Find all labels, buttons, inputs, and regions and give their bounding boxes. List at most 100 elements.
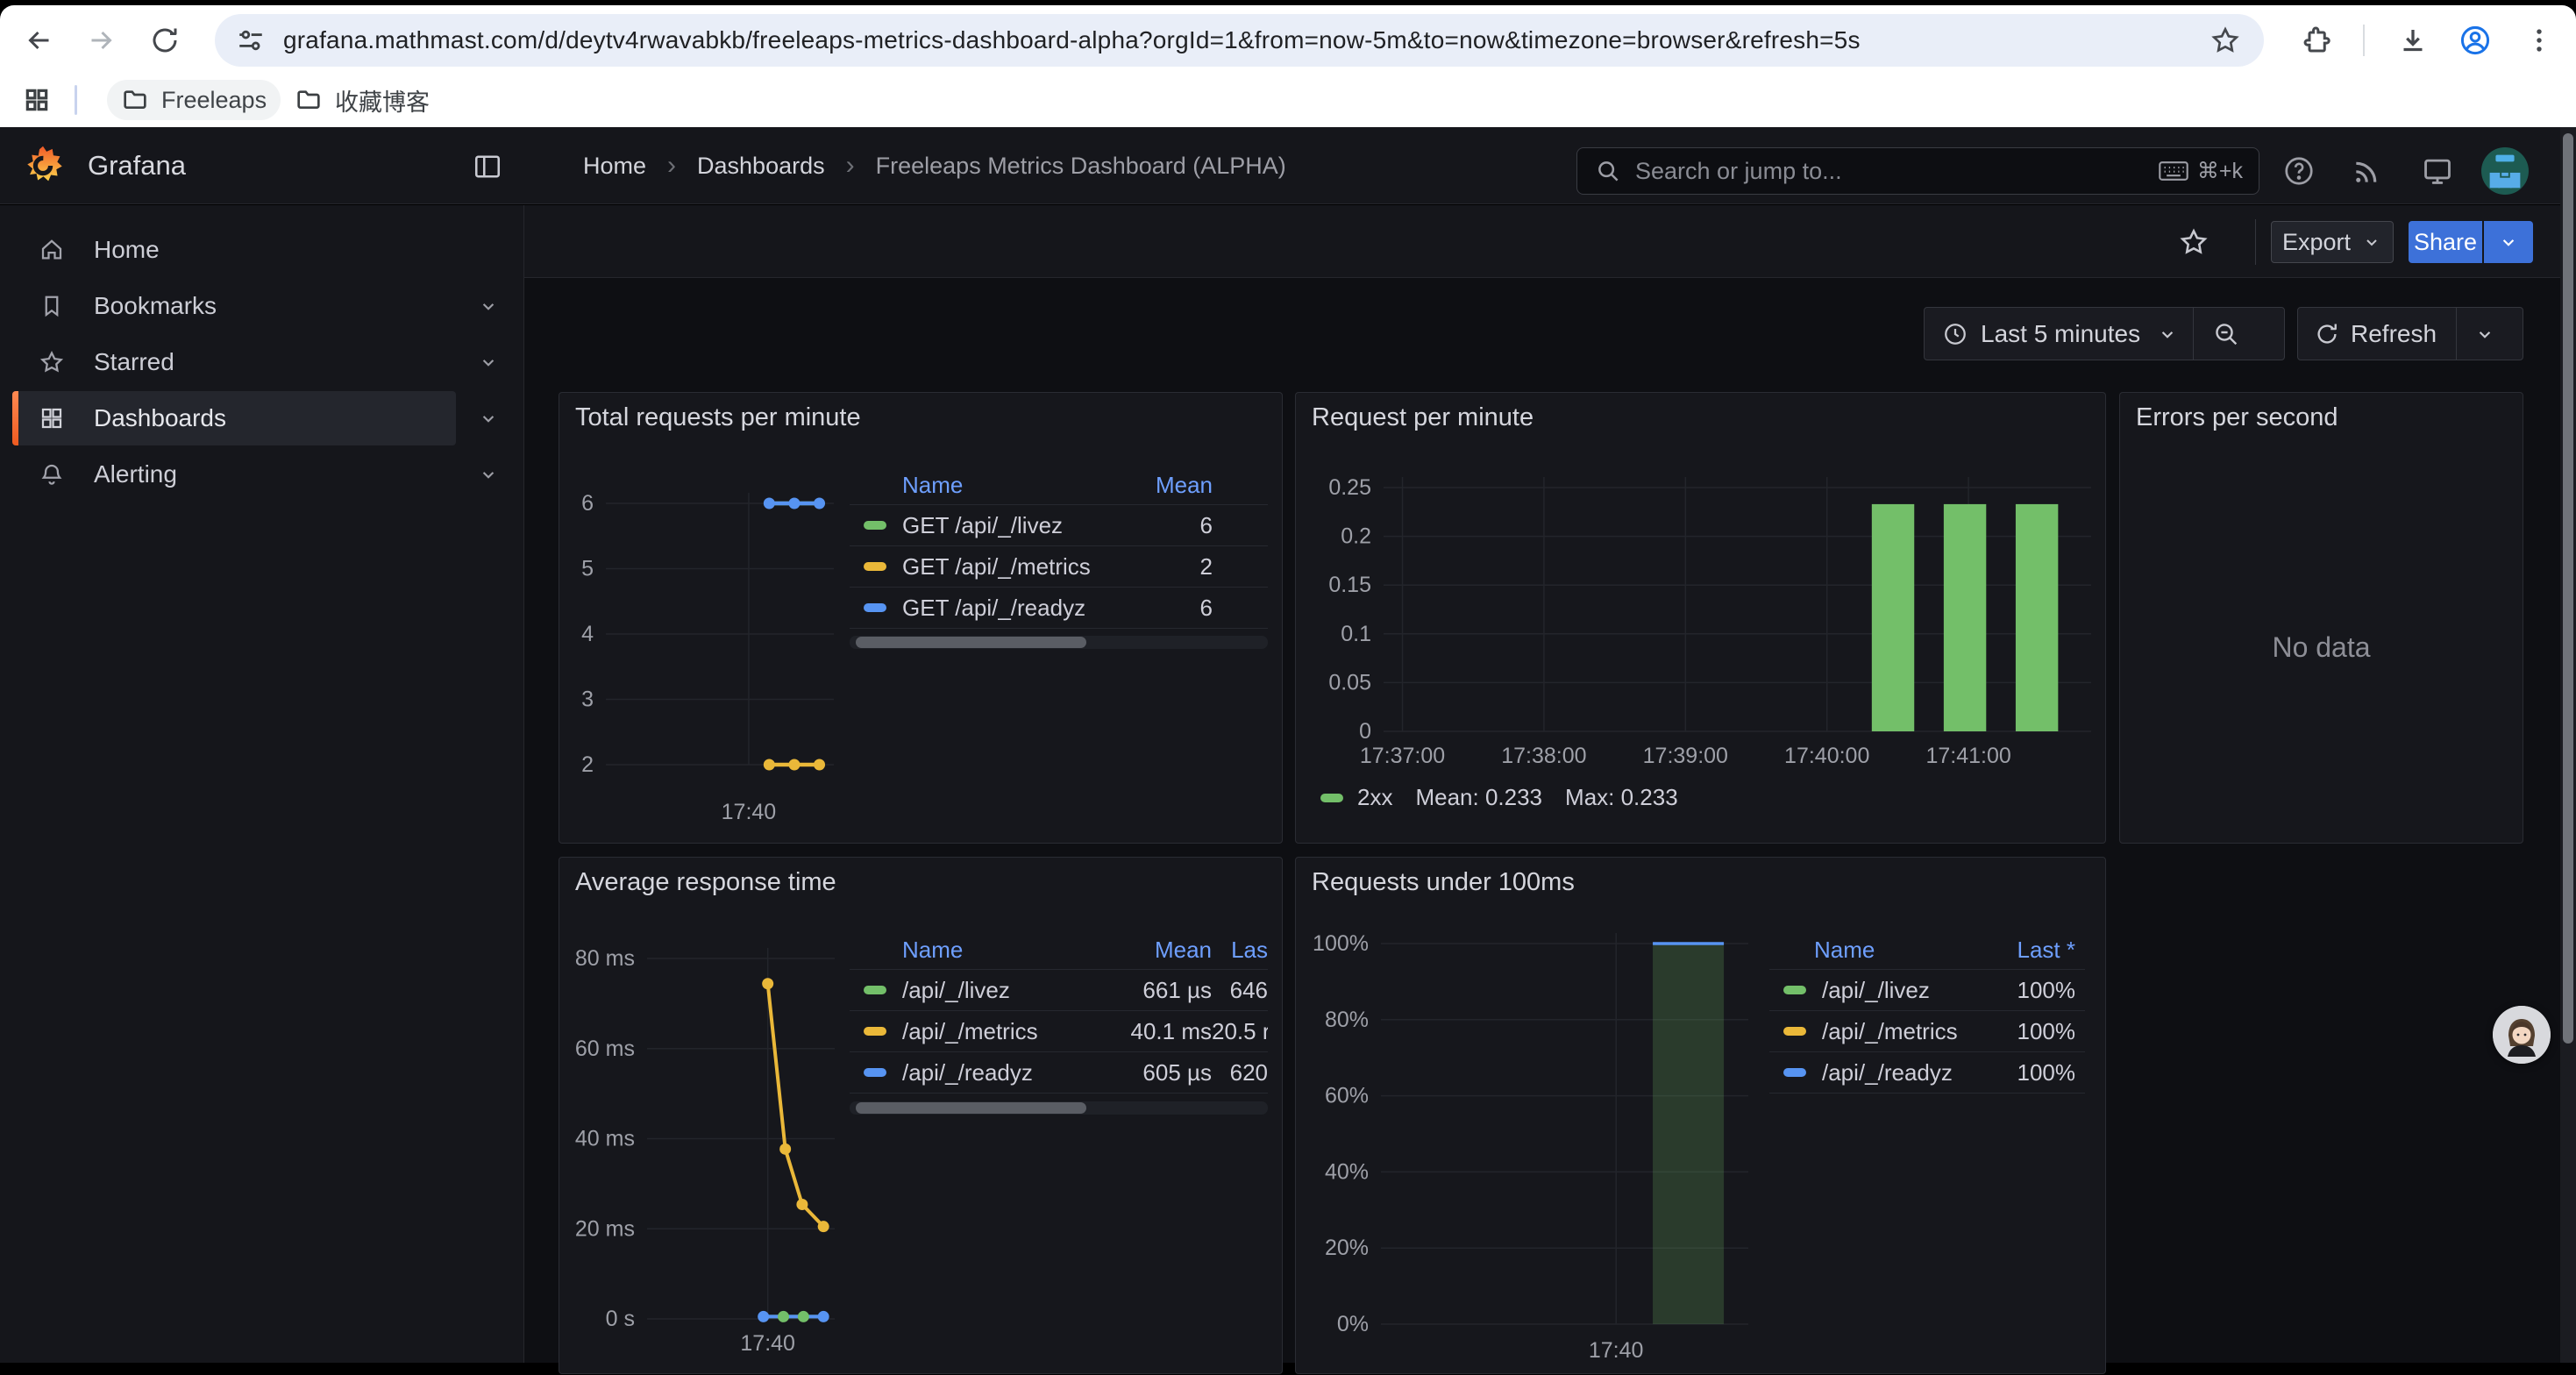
sidebar-item-home[interactable]: Home xyxy=(0,223,524,277)
panel-title[interactable]: Errors per second xyxy=(2136,403,2338,432)
svg-text:0.1: 0.1 xyxy=(1341,622,1371,646)
sidebar-item-label: Bookmarks xyxy=(94,292,217,320)
search-input[interactable]: Search or jump to... ⌘+k xyxy=(1576,147,2259,195)
user-avatar[interactable] xyxy=(2481,147,2529,195)
extensions-button[interactable] xyxy=(2298,21,2337,60)
panel-total-requests-per-minute[interactable]: Total requests per minute 6543217:40 Nam… xyxy=(559,392,1283,844)
legend-table-header: NameMean xyxy=(850,467,1268,505)
panel-title[interactable]: Requests under 100ms xyxy=(1312,868,1575,897)
legend-table-row[interactable]: GET /api/_/metrics2 xyxy=(850,546,1268,588)
brand-text[interactable]: Grafana xyxy=(88,146,186,186)
avatar-image xyxy=(2481,146,2529,196)
svg-text:17:40:00: 17:40:00 xyxy=(1784,744,1869,768)
chevron-down-icon[interactable] xyxy=(477,463,500,486)
legend-scrollbar[interactable] xyxy=(850,1101,1268,1115)
assistant-avatar-widget[interactable] xyxy=(2493,1006,2551,1064)
svg-text:17:40: 17:40 xyxy=(722,800,777,824)
legend-table-row[interactable]: /api/_/metrics100% xyxy=(1769,1011,2085,1052)
svg-text:40 ms: 40 ms xyxy=(575,1127,635,1151)
legend-table-row[interactable]: /api/_/livez100% xyxy=(1769,970,2085,1011)
svg-text:0.25: 0.25 xyxy=(1328,475,1371,500)
legend-series-name[interactable]: 2xx xyxy=(1357,784,1392,811)
chart-legend[interactable]: 2xx Mean: 0.233 Max: 0.233 xyxy=(1320,784,1678,811)
panel-average-response-time[interactable]: Average response time 80 ms60 ms40 ms20 … xyxy=(559,857,1283,1374)
sidebar-item-dashboards[interactable]: Dashboards xyxy=(0,391,524,445)
panel-requests-under-100ms[interactable]: Requests under 100ms 100%80%60%40%20%0%1… xyxy=(1295,857,2106,1374)
legend-table-row[interactable]: /api/_/metrics40.1 ms20.5 r xyxy=(850,1011,1268,1052)
favorite-dashboard-button[interactable] xyxy=(2178,226,2210,258)
monitor-button[interactable] xyxy=(2414,147,2461,195)
home-icon xyxy=(39,237,65,263)
zoom-out-icon xyxy=(2212,320,2240,348)
export-button[interactable]: Export xyxy=(2271,221,2394,263)
page-scrollbar[interactable] xyxy=(2560,127,2576,1363)
back-icon xyxy=(24,25,55,56)
help-button[interactable] xyxy=(2275,147,2323,195)
panel-title[interactable]: Average response time xyxy=(575,868,836,897)
svg-text:2: 2 xyxy=(581,752,594,777)
scrollbar-thumb[interactable] xyxy=(2563,133,2573,1044)
sidebar-item-bookmarks[interactable]: Bookmarks xyxy=(0,279,524,333)
downloads-button[interactable] xyxy=(2394,21,2432,60)
sidebar-toggle-button[interactable] xyxy=(472,151,503,182)
legend-table[interactable]: NameLast */api/_/livez100%/api/_/metrics… xyxy=(1769,931,2085,1094)
grafana-logo[interactable] xyxy=(23,145,63,187)
bookmark-star-icon[interactable] xyxy=(2210,25,2241,56)
svg-text:20%: 20% xyxy=(1325,1236,1369,1260)
legend-table-row[interactable]: GET /api/_/readyz6 xyxy=(850,588,1268,629)
legend-table-row[interactable]: GET /api/_/livez6 xyxy=(850,505,1268,546)
profile-button[interactable] xyxy=(2456,21,2494,60)
legend-table-row[interactable]: /api/_/readyz605 µs620 xyxy=(850,1052,1268,1094)
svg-text:0 s: 0 s xyxy=(606,1307,635,1331)
subheader-divider xyxy=(2255,219,2256,265)
back-button[interactable] xyxy=(20,21,59,60)
monitor-icon xyxy=(2421,154,2454,188)
forward-icon xyxy=(85,25,117,56)
sidebar-item-alerting[interactable]: Alerting xyxy=(0,447,524,502)
share-button[interactable]: Share xyxy=(2409,221,2482,263)
breadcrumb-home[interactable]: Home xyxy=(583,153,646,180)
refresh-button[interactable]: Refresh xyxy=(2297,307,2523,360)
panel-title[interactable]: Total requests per minute xyxy=(575,403,861,432)
news-button[interactable] xyxy=(2344,147,2391,195)
time-range-picker[interactable]: Last 5 minutes xyxy=(1924,307,2285,360)
svg-text:0.15: 0.15 xyxy=(1328,573,1371,597)
folder-icon xyxy=(121,86,149,114)
legend-table[interactable]: NameMeanGET /api/_/livez6GET /api/_/metr… xyxy=(850,467,1268,629)
chevron-down-icon[interactable] xyxy=(477,295,500,317)
panel-errors-per-second[interactable]: Errors per second No data xyxy=(2119,392,2523,844)
panel-toggle-icon xyxy=(472,151,503,182)
legend-table[interactable]: NameMeanLas/api/_/livez661 µs646/api/_/m… xyxy=(850,931,1268,1094)
forward-button[interactable] xyxy=(82,21,120,60)
refresh-interval-dropdown[interactable] xyxy=(2457,323,2513,346)
address-bar[interactable]: grafana.mathmast.com/d/deytv4rwavabkb/fr… xyxy=(215,14,2264,67)
panel-title[interactable]: Request per minute xyxy=(1312,403,1534,432)
site-settings-icon[interactable] xyxy=(236,25,266,55)
apps-button[interactable] xyxy=(18,81,56,119)
menu-button[interactable] xyxy=(2520,21,2558,60)
bookmark-folder-freeleaps[interactable]: Freeleaps xyxy=(107,80,281,120)
zoom-out-button[interactable] xyxy=(2194,320,2259,348)
svg-text:17:40: 17:40 xyxy=(740,1331,795,1356)
chevron-down-icon xyxy=(2497,231,2520,253)
svg-text:80 ms: 80 ms xyxy=(575,946,635,971)
bookmark-folder-blogs[interactable]: 收藏博客 xyxy=(281,80,444,120)
sidebar-item-label: Alerting xyxy=(94,460,177,488)
svg-text:0: 0 xyxy=(1359,719,1371,744)
reload-button[interactable] xyxy=(146,21,184,60)
search-shortcut: ⌘+k xyxy=(2159,158,2243,184)
breadcrumb-dashboards[interactable]: Dashboards xyxy=(697,153,825,180)
share-dropdown-button[interactable] xyxy=(2484,221,2533,263)
legend-scrollbar[interactable] xyxy=(850,636,1268,649)
chevron-down-icon[interactable] xyxy=(477,351,500,374)
svg-text:5: 5 xyxy=(581,557,594,581)
panel-request-per-minute[interactable]: Request per minute 0.250.20.150.10.05017… xyxy=(1295,392,2106,844)
series-color-pill xyxy=(1783,1068,1806,1077)
chevron-down-icon[interactable] xyxy=(477,407,500,430)
no-data-message: No data xyxy=(2120,631,2523,664)
legend-table-row[interactable]: /api/_/readyz100% xyxy=(1769,1052,2085,1094)
legend-swatch xyxy=(1320,794,1343,802)
legend-table-row[interactable]: /api/_/livez661 µs646 xyxy=(850,970,1268,1011)
sidebar-item-starred[interactable]: Starred xyxy=(0,335,524,389)
time-range-label: Last 5 minutes xyxy=(1981,320,2140,348)
